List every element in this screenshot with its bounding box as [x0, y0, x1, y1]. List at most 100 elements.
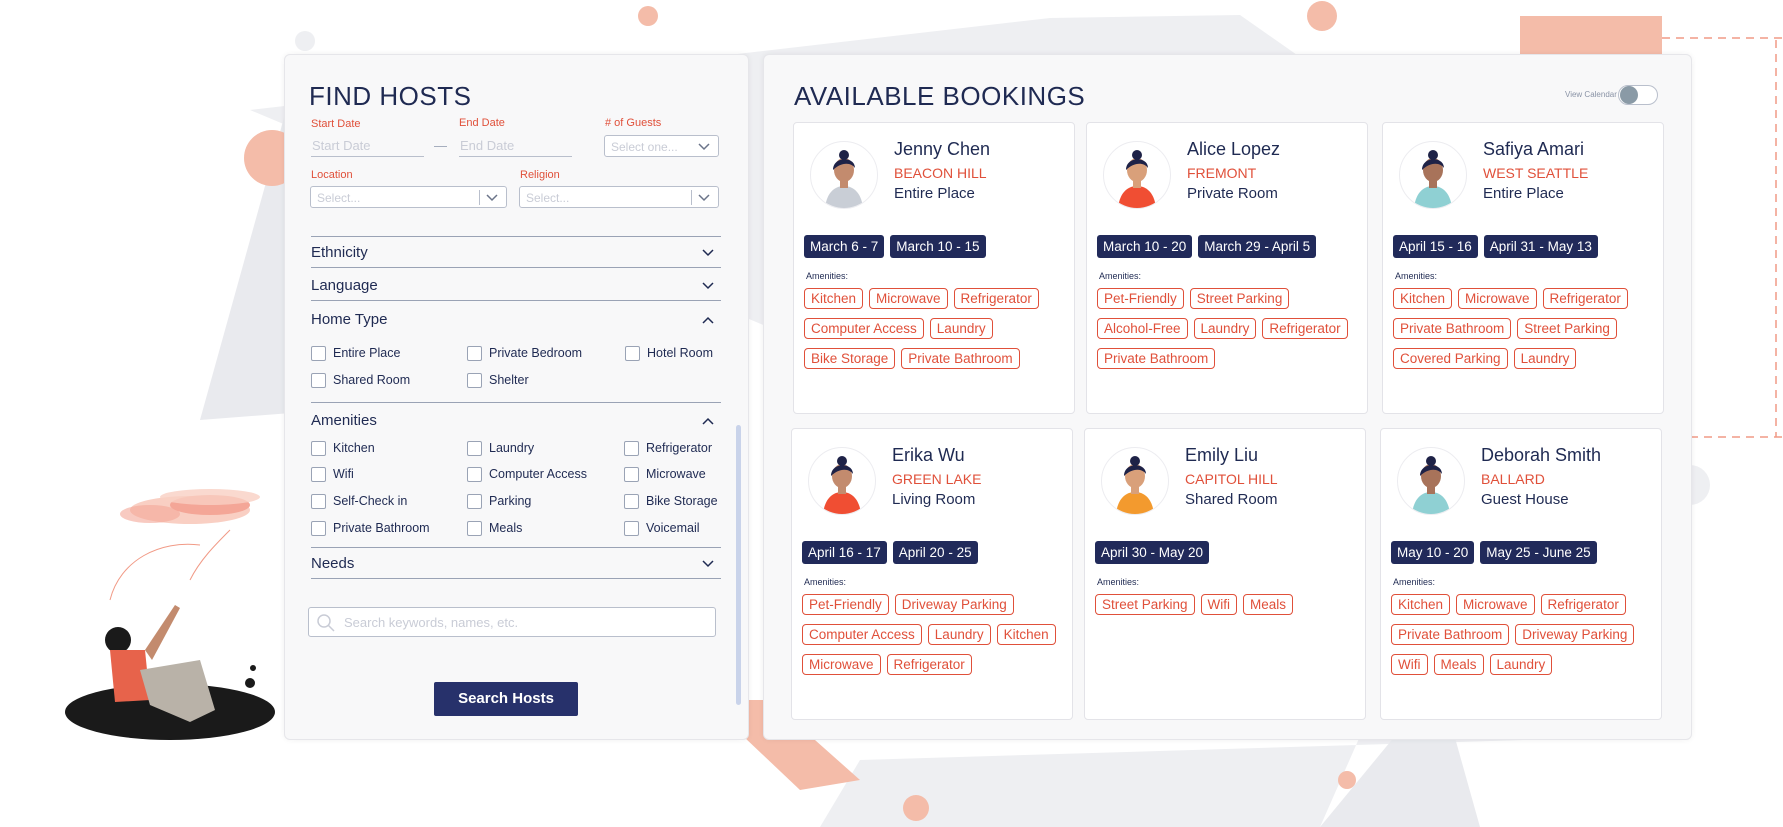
checkbox-box[interactable]: [624, 467, 639, 482]
accordion-ethnicity[interactable]: Ethnicity: [311, 237, 721, 268]
checkbox-parking[interactable]: Parking: [467, 493, 531, 509]
date-range-badge[interactable]: March 10 - 20: [1097, 235, 1193, 258]
checkbox-box[interactable]: [624, 521, 639, 536]
checkbox-refrigerator[interactable]: Refrigerator: [624, 440, 712, 456]
checkbox-kitchen[interactable]: Kitchen: [311, 440, 375, 456]
amenity-tag: Private Bathroom: [1391, 624, 1510, 645]
chevron-down-icon: [702, 249, 714, 257]
date-range-badge[interactable]: March 6 - 7: [804, 235, 885, 258]
checkbox-private-bathroom[interactable]: Private Bathroom: [311, 520, 430, 536]
checkbox-meals[interactable]: Meals: [467, 520, 522, 536]
checkbox-label: Private Bedroom: [489, 346, 583, 360]
checkbox-box[interactable]: [311, 467, 326, 482]
checkbox-box[interactable]: [311, 441, 326, 456]
date-range-badge[interactable]: March 29 - April 5: [1198, 235, 1317, 258]
checkbox-box[interactable]: [311, 521, 326, 536]
location-select-value: Select...: [317, 191, 361, 205]
date-range-badge[interactable]: May 25 - June 25: [1480, 541, 1597, 564]
host-home-type: Private Room: [1187, 185, 1278, 202]
amenities-label: Amenities:: [806, 271, 849, 281]
booking-card[interactable]: Erika Wu GREEN LAKE Living Room April 16 - …: [791, 428, 1073, 720]
end-date-input[interactable]: End Date: [459, 136, 572, 157]
available-dates: April 30 - May 20: [1095, 541, 1210, 564]
amenity-tag: Laundry: [1513, 348, 1577, 369]
accordion-language[interactable]: Language: [311, 270, 721, 301]
date-range-badge[interactable]: April 16 - 17: [802, 541, 887, 564]
host-name[interactable]: Jenny Chen: [894, 139, 990, 160]
location-select[interactable]: Select...: [310, 186, 507, 208]
amenity-tag: Kitchen: [996, 624, 1056, 645]
amenities-label: Amenities:: [1099, 271, 1142, 281]
amenities-label: Amenities:: [1097, 577, 1140, 587]
date-range-badge[interactable]: April 30 - May 20: [1095, 541, 1210, 564]
booking-card[interactable]: Deborah Smith BALLARD Guest House May 10 - …: [1380, 428, 1662, 720]
view-calendar-toggle[interactable]: [1618, 85, 1658, 105]
amenity-tag: Driveway Parking: [894, 594, 1014, 615]
checkbox-wifi[interactable]: Wifi: [311, 466, 354, 482]
checkbox-shelter[interactable]: Shelter: [467, 372, 529, 388]
amenities-list: Kitchen Microwave Refrigerator Private Bath…: [1391, 594, 1653, 675]
checkbox-box[interactable]: [467, 441, 482, 456]
find-hosts-panel: FIND HOSTS Start Date Start Date — End D…: [284, 54, 749, 740]
toggle-knob: [1620, 86, 1638, 104]
checkbox-box[interactable]: [467, 346, 482, 361]
avatar: [1397, 447, 1465, 515]
checkbox-box[interactable]: [624, 441, 639, 456]
checkbox-box[interactable]: [467, 494, 482, 509]
date-range-badge[interactable]: April 20 - 25: [892, 541, 978, 564]
checkbox-label: Hotel Room: [647, 346, 713, 360]
amenity-tag: Private Bathroom: [1393, 318, 1512, 339]
checkbox-entire-place[interactable]: Entire Place: [311, 345, 400, 361]
checkbox-box[interactable]: [625, 346, 640, 361]
accordion-needs[interactable]: Needs: [311, 548, 721, 579]
chevron-down-icon: [702, 560, 714, 568]
date-range-badge[interactable]: May 10 - 20: [1391, 541, 1475, 564]
checkbox-self-check-in[interactable]: Self-Check in: [311, 493, 407, 509]
checkbox-laundry[interactable]: Laundry: [467, 440, 534, 456]
host-name[interactable]: Safiya Amari: [1483, 139, 1584, 160]
checkbox-box[interactable]: [311, 494, 326, 509]
guests-select[interactable]: Select one...: [604, 135, 719, 157]
checkbox-box[interactable]: [624, 494, 639, 509]
checkbox-voicemail[interactable]: Voicemail: [624, 520, 700, 536]
checkbox-box[interactable]: [467, 467, 482, 482]
host-name[interactable]: Alice Lopez: [1187, 139, 1280, 160]
religion-select[interactable]: Select...: [519, 186, 719, 208]
checkbox-box[interactable]: [467, 521, 482, 536]
checkbox-box[interactable]: [467, 373, 482, 388]
checkbox-box[interactable]: [311, 346, 326, 361]
booking-card[interactable]: Emily Liu CAPITOL HILL Shared Room April 30…: [1084, 428, 1366, 720]
accordion-amenities[interactable]: Amenities: [311, 405, 721, 435]
booking-card[interactable]: Jenny Chen BEACON HILL Entire Place March 6…: [793, 122, 1075, 414]
checkbox-hotel-room[interactable]: Hotel Room: [625, 345, 713, 361]
date-range-badge[interactable]: April 31 - May 13: [1483, 235, 1598, 258]
host-name[interactable]: Erika Wu: [892, 445, 965, 466]
accordion-amenities-label: Amenities: [311, 412, 377, 429]
checkbox-bike-storage[interactable]: Bike Storage: [624, 493, 718, 509]
avatar-icon: [823, 456, 861, 514]
start-date-input[interactable]: Start Date: [311, 136, 424, 157]
checkbox-label: Entire Place: [333, 346, 401, 360]
checkbox-computer-access[interactable]: Computer Access: [467, 466, 587, 482]
guests-select-value: Select one...: [611, 140, 678, 154]
amenity-tag: Private Bathroom: [901, 348, 1020, 369]
search-hosts-button[interactable]: Search Hosts: [434, 682, 578, 716]
view-calendar-label: View Calendar: [1565, 90, 1617, 99]
keyword-search-input[interactable]: Search keywords, names, etc.: [308, 607, 716, 637]
date-range-badge[interactable]: April 15 - 16: [1393, 235, 1478, 258]
host-name[interactable]: Deborah Smith: [1481, 445, 1601, 466]
date-range-badge[interactable]: March 10 - 15: [890, 235, 986, 258]
scrollbar[interactable]: [736, 425, 741, 705]
booking-card[interactable]: Safiya Amari WEST SEATTLE Entire Place Apri…: [1382, 122, 1664, 414]
checkbox-box[interactable]: [311, 373, 326, 388]
checkbox-shared-room[interactable]: Shared Room: [311, 372, 410, 388]
accordion-home-type[interactable]: Home Type: [311, 304, 721, 334]
checkbox-label: Self-Check in: [333, 494, 408, 508]
host-neighborhood: BEACON HILL: [894, 165, 987, 181]
avatar: [1399, 141, 1467, 209]
amenities-list: Kitchen Microwave Refrigerator Computer Acc…: [804, 288, 1066, 369]
host-name[interactable]: Emily Liu: [1185, 445, 1258, 466]
booking-card[interactable]: Alice Lopez FREMONT Private Room March 10 -…: [1086, 122, 1368, 414]
checkbox-private-bedroom[interactable]: Private Bedroom: [467, 345, 582, 361]
checkbox-microwave[interactable]: Microwave: [624, 466, 706, 482]
